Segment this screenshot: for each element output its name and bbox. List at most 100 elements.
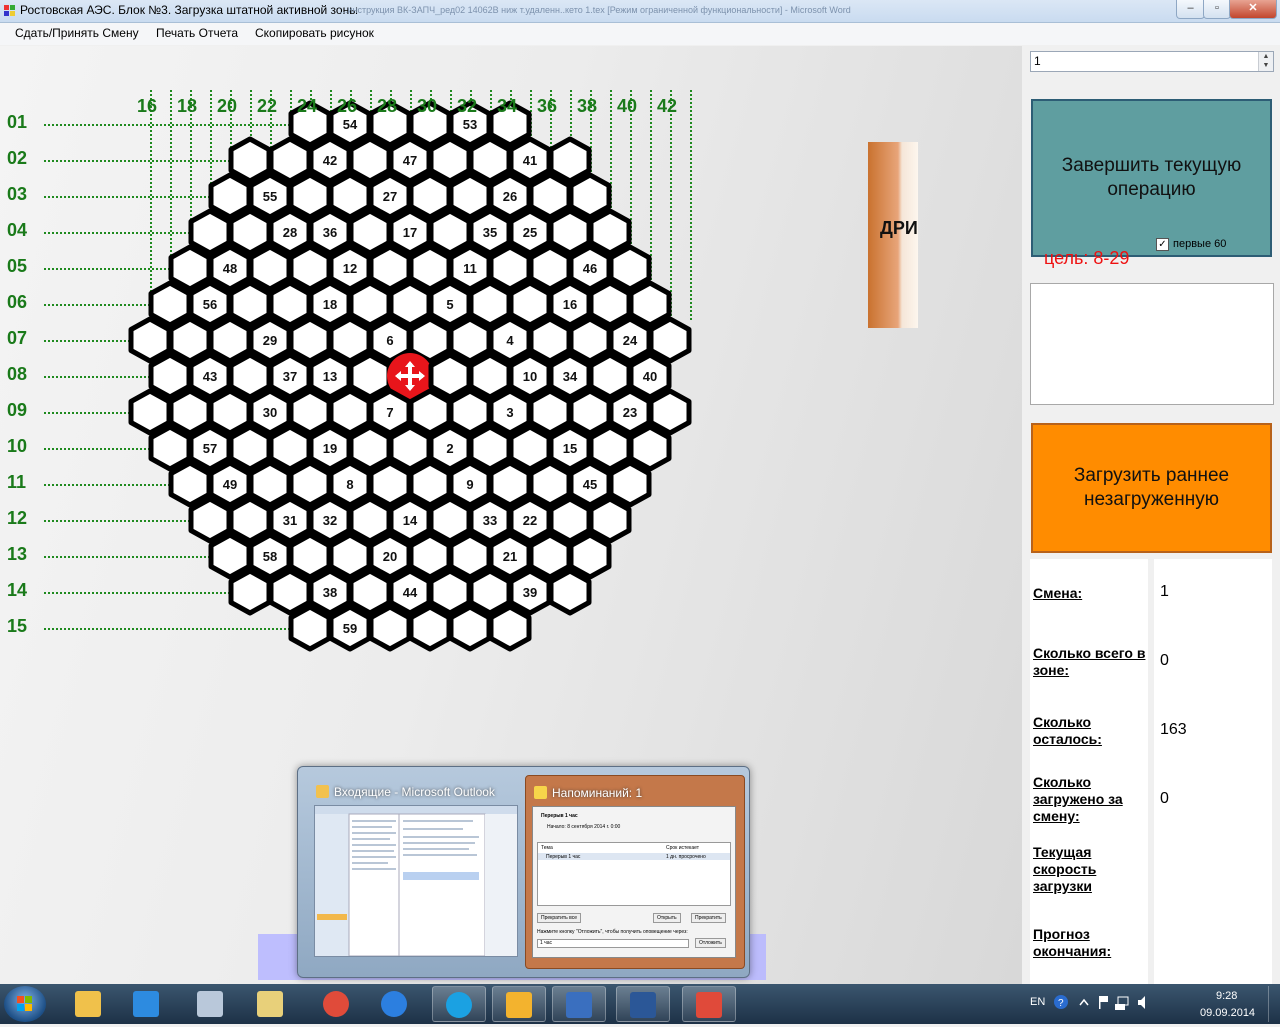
fuel-cell-13-4[interactable] [328, 532, 372, 580]
clock-time[interactable]: 9:28 [1216, 990, 1237, 1002]
fuel-cell-07-1[interactable] [128, 316, 172, 364]
fuel-cell-03-1[interactable] [208, 172, 252, 220]
fuel-cell-06-9[interactable] [468, 280, 512, 328]
snooze-select[interactable]: 1 час [537, 939, 689, 948]
fuel-cell-02-6[interactable] [428, 136, 472, 184]
finish-operation-button[interactable]: Завершить текущую операцию [1031, 99, 1272, 257]
fuel-cell-08-8[interactable] [428, 352, 472, 400]
fuel-cell-09-9[interactable] [448, 388, 492, 436]
taskbar-button-paint[interactable] [244, 986, 298, 1022]
fuel-cell-05-3[interactable] [248, 244, 292, 292]
fuel-cell-09-1[interactable] [128, 388, 172, 436]
fuel-cell-05-1[interactable] [168, 244, 212, 292]
fuel-cell-09-2[interactable] [168, 388, 212, 436]
taskbar-button-save-disk[interactable] [552, 986, 606, 1022]
menu-shift-handover[interactable]: Сдать/Принять Смену [15, 26, 139, 40]
menu-print-report[interactable]: Печать Отчета [156, 26, 238, 40]
taskbar-button-explorer[interactable] [62, 986, 116, 1022]
fuel-cell-11-3[interactable] [248, 460, 292, 508]
fuel-cell-04-1[interactable] [188, 208, 232, 256]
fuel-cell-09-5[interactable] [288, 388, 332, 436]
fuel-cell-07-3[interactable] [208, 316, 252, 364]
minimize-button[interactable]: – [1176, 0, 1205, 19]
fuel-cell-07-12[interactable] [568, 316, 612, 364]
fuel-cell-06-12[interactable] [588, 280, 632, 328]
fuel-cell-06-4[interactable] [268, 280, 312, 328]
fuel-cell-11-10[interactable] [528, 460, 572, 508]
fuel-cell-08-6[interactable] [348, 352, 392, 400]
close-button[interactable]: ✕ [1229, 0, 1277, 19]
fuel-cell-15-5[interactable] [448, 604, 492, 652]
fuel-cell-11-1[interactable] [168, 460, 212, 508]
fuel-cell-06-7[interactable] [388, 280, 432, 328]
fuel-cell-10-1[interactable] [148, 424, 192, 472]
fuel-cell-02-9[interactable] [548, 136, 592, 184]
fuel-cell-12-1[interactable] [188, 496, 232, 544]
language-indicator[interactable]: EN [1030, 996, 1045, 1008]
fuel-cell-14-7[interactable] [468, 568, 512, 616]
fuel-cell-07-9[interactable] [448, 316, 492, 364]
fuel-cell-07-6[interactable] [328, 316, 372, 364]
fuel-cell-15-1[interactable] [288, 604, 332, 652]
taskbar-button-word[interactable] [616, 986, 670, 1022]
fuel-cell-04-10[interactable] [548, 208, 592, 256]
fuel-cell-09-6[interactable] [328, 388, 372, 436]
fuel-cell-13-6[interactable] [408, 532, 452, 580]
fuel-cell-11-7[interactable] [408, 460, 452, 508]
fuel-cell-03-6[interactable] [408, 172, 452, 220]
fuel-cell-15-3[interactable] [368, 604, 412, 652]
dismiss-all-button[interactable]: Прекратить все [537, 913, 582, 923]
fuel-cell-10-9[interactable] [468, 424, 512, 472]
fuel-cell-14-1[interactable] [228, 568, 272, 616]
fuel-cell-03-10[interactable] [568, 172, 612, 220]
shift-spinner[interactable]: 1 ▲ ▼ [1030, 51, 1274, 72]
taskbar-button-ie[interactable] [368, 986, 422, 1022]
fuel-cell-10-7[interactable] [388, 424, 432, 472]
snooze-button[interactable]: Отложить [695, 938, 726, 948]
fuel-cell-12-7[interactable] [428, 496, 472, 544]
fuel-cell-11-4[interactable] [288, 460, 332, 508]
fuel-cell-10-6[interactable] [348, 424, 392, 472]
fuel-cell-10-10[interactable] [508, 424, 552, 472]
open-button[interactable]: Открыть [653, 913, 681, 923]
fuel-cell-09-14[interactable] [648, 388, 692, 436]
fuel-cell-14-2[interactable] [268, 568, 312, 616]
fuel-cell-13-3[interactable] [288, 532, 332, 580]
start-button[interactable] [4, 986, 46, 1022]
fuel-cell-14-4[interactable] [348, 568, 392, 616]
fuel-cell-04-5[interactable] [348, 208, 392, 256]
fuel-cell-07-11[interactable] [528, 316, 572, 364]
fuel-cell-10-13[interactable] [628, 424, 672, 472]
fuel-cell-14-6[interactable] [428, 568, 472, 616]
fuel-cell-03-4[interactable] [328, 172, 372, 220]
fuel-cell-06-6[interactable] [348, 280, 392, 328]
fuel-cell-13-10[interactable] [568, 532, 612, 580]
fuel-cell-12-11[interactable] [588, 496, 632, 544]
fuel-cell-10-12[interactable] [588, 424, 632, 472]
outlook-preview[interactable]: Входящие - Microsoft Outlook [308, 775, 526, 967]
fuel-cell-13-7[interactable] [448, 532, 492, 580]
fuel-cell-12-5[interactable] [348, 496, 392, 544]
fuel-cell-03-9[interactable] [528, 172, 572, 220]
fuel-cell-02-4[interactable] [348, 136, 392, 184]
fuel-cell-14-9[interactable] [548, 568, 592, 616]
fuel-cell-04-2[interactable] [228, 208, 272, 256]
taskbar-button-media-player[interactable] [120, 986, 174, 1022]
fuel-cell-02-2[interactable] [268, 136, 312, 184]
fuel-cell-02-7[interactable] [468, 136, 512, 184]
fuel-cell-06-13[interactable] [628, 280, 672, 328]
fuel-cell-05-7[interactable] [408, 244, 452, 292]
fuel-cell-09-8[interactable] [408, 388, 452, 436]
fuel-cell-04-7[interactable] [428, 208, 472, 256]
fuel-cell-11-9[interactable] [488, 460, 532, 508]
fuel-cell-13-1[interactable] [208, 532, 252, 580]
clock-date[interactable]: 09.09.2014 [1200, 1007, 1255, 1019]
message-box[interactable] [1030, 283, 1274, 405]
load-earlier-button[interactable]: Загрузить раннее незагруженную [1031, 423, 1272, 553]
fuel-cell-15-4[interactable] [408, 604, 452, 652]
reminder-preview[interactable]: Напоминаний: 1 Перерыв 1 час Начало: 8 с… [525, 775, 745, 969]
fuel-cell-07-2[interactable] [168, 316, 212, 364]
fuel-cell-09-3[interactable] [208, 388, 252, 436]
first-60-checkbox[interactable]: ✓ [1156, 238, 1169, 251]
fuel-cell-06-10[interactable] [508, 280, 552, 328]
